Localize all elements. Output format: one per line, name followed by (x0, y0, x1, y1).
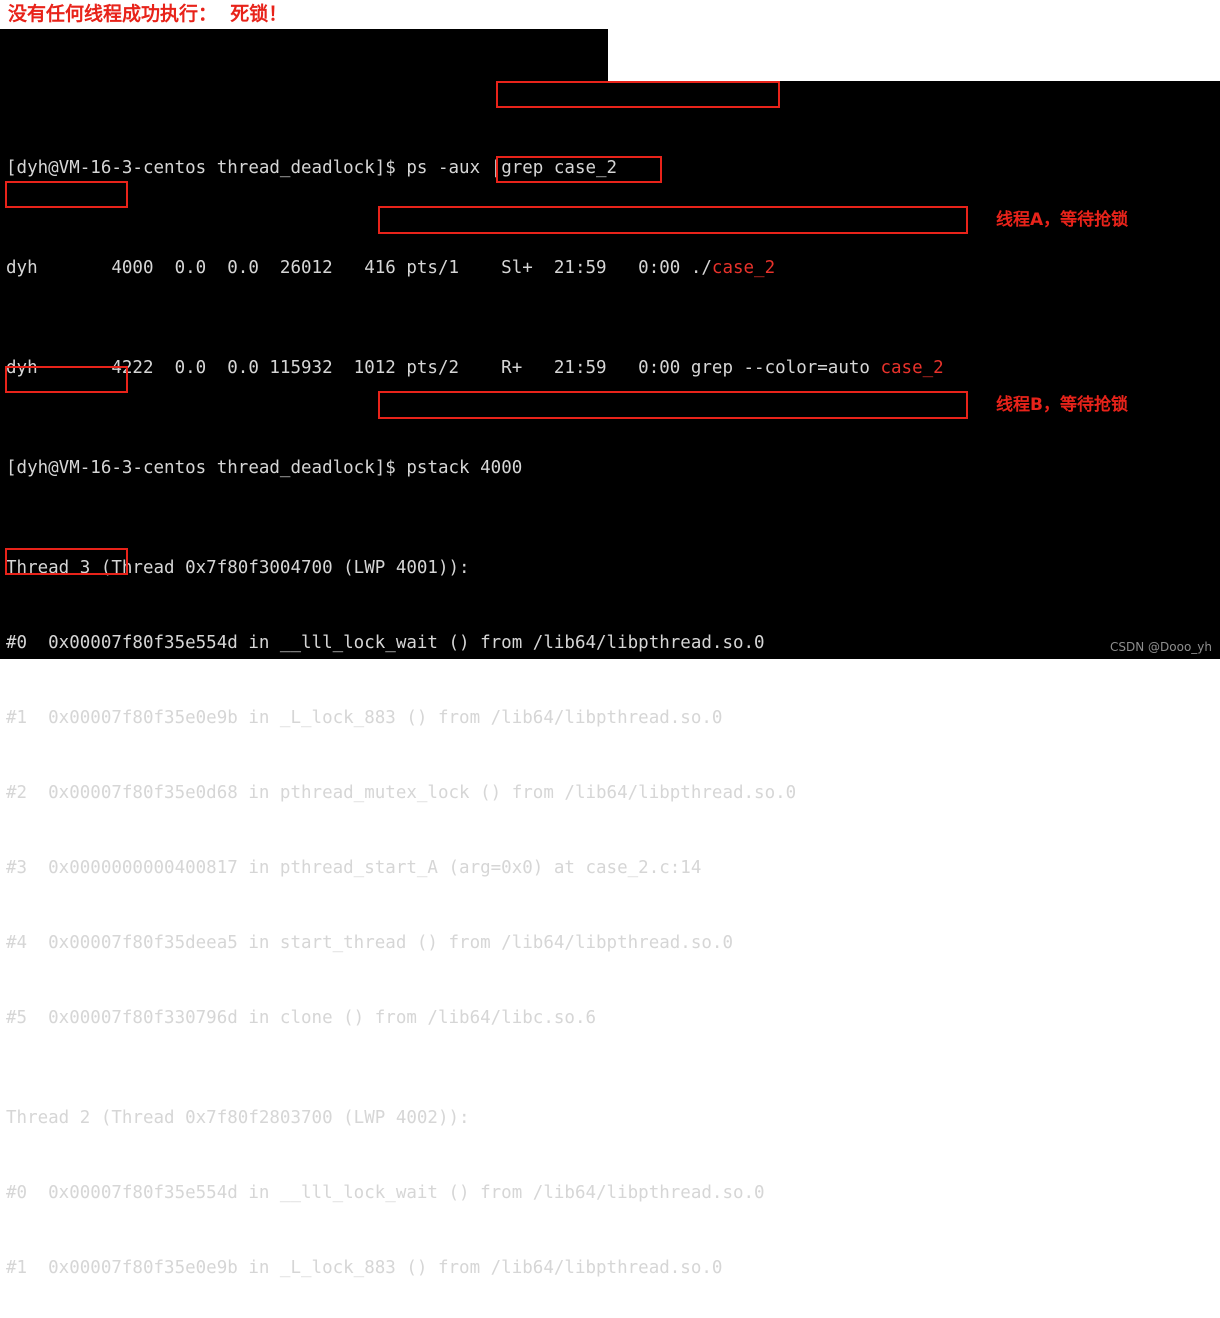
table-row: dyh 4000 0.0 0.0 26012 416 pts/1 Sl+ 21:… (0, 256, 1220, 281)
thread-2-frame-1: #1 0x00007f80f35e0e9b in _L_lock_883 () … (6, 1258, 723, 1278)
grep-match-case2: case_2 (711, 258, 776, 278)
ps-command-text: ps -aux |grep case_2 (406, 158, 618, 178)
thread-3-header: Thread 3 (Thread 0x7f80f3004700 (LWP 400… (6, 558, 470, 578)
thread-3-frame-4: #4 0x00007f80f35deea5 in start_thread ()… (6, 933, 733, 953)
thread-b-annotation: 线程B，等待抢锁 (996, 395, 1128, 415)
thread-3-frame-3: #3 0x0000000000400817 in pthread_start_A… (6, 858, 702, 878)
ps-row-fields: dyh 4000 0.0 0.0 26012 416 pts/1 Sl+ 21:… (6, 258, 712, 278)
ps-row-fields: dyh 4222 0.0 0.0 115932 1012 pts/2 R+ 21… (6, 358, 881, 378)
grep-match-case2: case_2 (880, 358, 944, 378)
thread-3-frame-1: #1 0x00007f80f35e0e9b in _L_lock_883 () … (6, 708, 723, 728)
csdn-watermark: CSDN @Dooo_yh (1110, 640, 1212, 654)
shell-prompt: [dyh@VM-16-3-centos thread_deadlock]$ (6, 458, 407, 478)
terminal-line-pstack-command: [dyh@VM-16-3-centos thread_deadlock]$ ps… (0, 456, 1220, 481)
thread-3-frame-0: #0 0x00007f80f35e554d in __lll_lock_wait… (6, 633, 765, 653)
pstack-command-text: pstack 4000 (406, 458, 523, 478)
shell-prompt: [dyh@VM-16-3-centos thread_deadlock]$ (6, 158, 407, 178)
deadlock-annotation-title: 没有任何线程成功执行： 死锁！ (8, 3, 288, 25)
thread-a-annotation: 线程A，等待抢锁 (996, 210, 1129, 230)
thread-3-frame-5: #5 0x00007f80f330796d in clone () from /… (6, 1008, 597, 1028)
screenshot-root: 没有任何线程成功执行： 死锁！ [dyh@VM-16-3-centos thre… (0, 0, 1220, 1278)
terminal-line-ps-command: [dyh@VM-16-3-centos thread_deadlock]$ ps… (0, 156, 1220, 181)
thread-2-frame-0: #0 0x00007f80f35e554d in __lll_lock_wait… (6, 1183, 765, 1203)
terminal-panel-top[interactable]: [dyh@VM-16-3-centos thread_deadlock]$ ./… (0, 29, 608, 174)
terminal-panel-main[interactable]: [dyh@VM-16-3-centos thread_deadlock]$ ps… (0, 81, 1220, 1278)
thread-2-header: Thread 2 (Thread 0x7f80f2803700 (LWP 400… (6, 1108, 470, 1128)
table-row: dyh 4222 0.0 0.0 115932 1012 pts/2 R+ 21… (0, 356, 1220, 381)
thread-3-frame-2: #2 0x00007f80f35e0d68 in pthread_mutex_l… (6, 783, 797, 803)
